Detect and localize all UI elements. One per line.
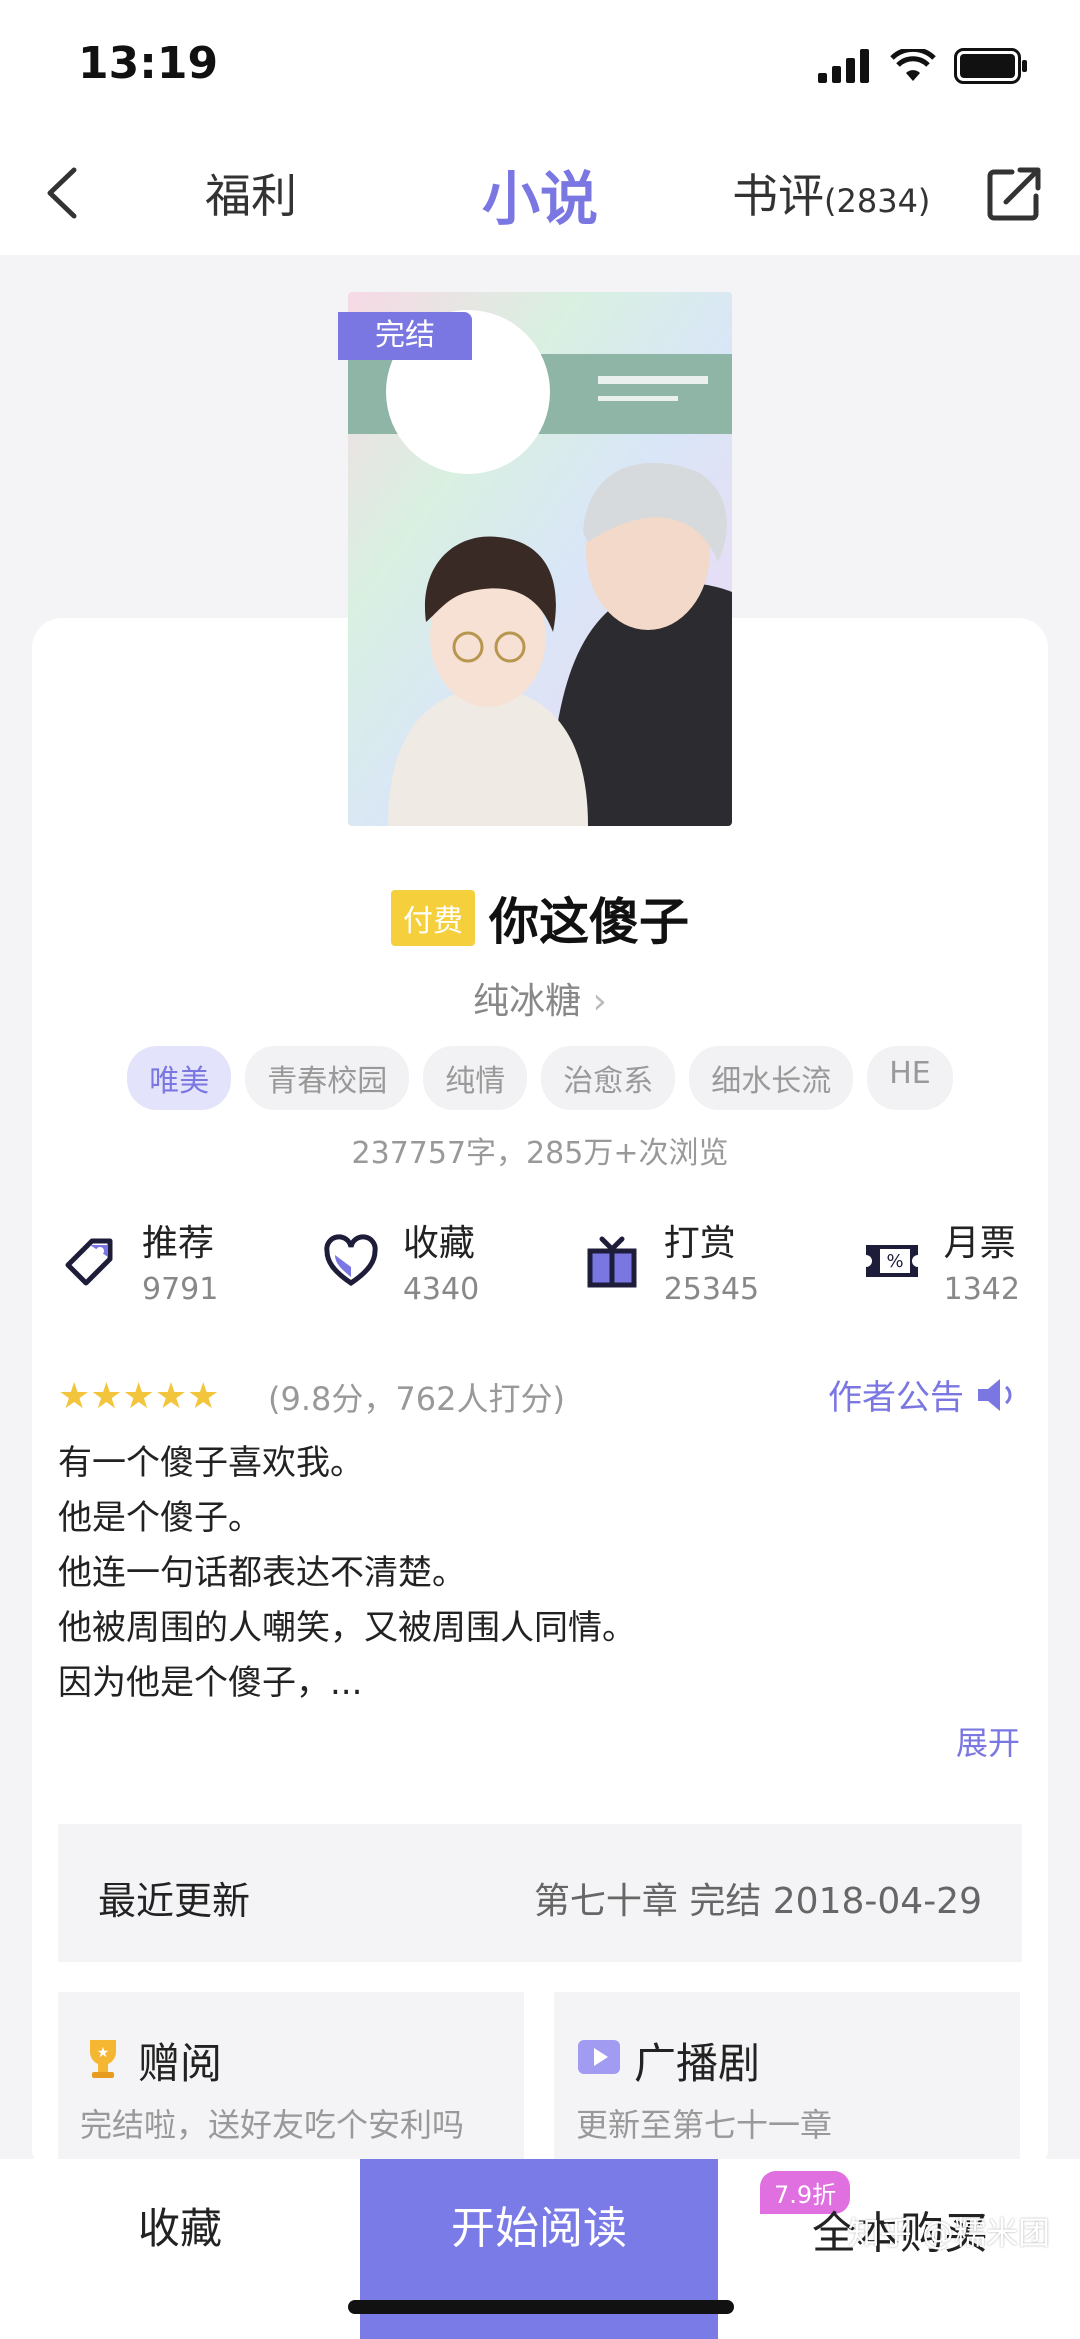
chevron-right-icon: › <box>592 981 607 1022</box>
tag-item[interactable]: HE <box>867 1046 953 1110</box>
gift-icon <box>587 1236 637 1287</box>
add-to-shelf-button[interactable]: 收藏 <box>60 2159 300 2339</box>
title-row: 付费 你这傻子 <box>0 882 1080 954</box>
description-line: 他被周围的人嘲笑，又被周围人同情。 <box>58 1608 636 1648</box>
feature-title: 赠阅 <box>138 2039 223 2088</box>
latest-update-label: 最近更新 <box>98 1879 251 1923</box>
tag-item[interactable]: 细水长流 <box>689 1046 854 1110</box>
tag-list: 唯美 青春校园 纯情 治愈系 细水长流 HE <box>0 1046 1080 1110</box>
action-label: 打赏 <box>663 1223 736 1264</box>
video-play-icon <box>578 2040 620 2074</box>
action-count: 9791 <box>142 1272 219 1307</box>
status-time: 13:19 <box>78 38 219 89</box>
action-count: 25345 <box>663 1272 760 1307</box>
status-icons <box>818 48 1028 84</box>
book-stats: 237757字，285万+次浏览 <box>351 1136 729 1171</box>
gift-reading-card[interactable]: ★ 赠阅 完结啦，送好友吃个安利吗 <box>58 1992 524 2162</box>
feature-subtitle: 更新至第七十一章 <box>576 2106 833 2144</box>
reward-button[interactable]: 打赏 25345 <box>582 1214 759 1307</box>
description-line: 因为他是个傻子，... <box>58 1663 363 1703</box>
tag-icon <box>65 1238 113 1285</box>
author-notice-label: 作者公告 <box>828 1378 964 1418</box>
book-description: 有一个傻子喜欢我。 他是个傻子。 他连一句话都表达不清楚。 他被周围的人嘲笑，又… <box>58 1436 1018 1711</box>
action-label: 收藏 <box>402 1223 475 1264</box>
battery-icon <box>954 48 1027 84</box>
expand-button[interactable]: 展开 <box>956 1718 1020 1764</box>
watermark: 知乎 @糯米团 <box>847 2214 1050 2252</box>
action-row: 推荐 9791 收藏 4340 打赏 25345 % 月票 1342 <box>60 1214 1020 1307</box>
svg-text:★: ★ <box>97 2045 110 2061</box>
rating-text: (9.8分，762人打分) <box>268 1380 565 1418</box>
signal-icon <box>818 49 869 83</box>
tab-reviews[interactable]: 书评(2834) <box>732 160 930 226</box>
monthly-ticket-button[interactable]: % 月票 1342 <box>862 1214 1020 1307</box>
action-count: 4340 <box>402 1272 480 1307</box>
latest-update-row[interactable]: 最近更新 第七十章 完结 2018-04-29 <box>58 1824 1022 1962</box>
audio-drama-card[interactable]: 广播剧 更新至第七十一章 <box>554 1992 1020 2162</box>
action-label: 推荐 <box>142 1223 215 1264</box>
ticket-icon: % <box>865 1244 918 1277</box>
action-count: 1342 <box>943 1272 1020 1307</box>
book-cover-image[interactable] <box>348 292 732 826</box>
back-icon[interactable] <box>30 158 100 228</box>
description-line: 他是个傻子。 <box>58 1498 262 1538</box>
wifi-icon <box>890 49 936 81</box>
favorite-button[interactable]: 收藏 4340 <box>321 1214 479 1307</box>
status-bar: 13:19 <box>0 0 1080 130</box>
action-label: 月票 <box>943 1223 1016 1264</box>
tag-item[interactable]: 唯美 <box>127 1046 232 1110</box>
tag-item[interactable]: 纯情 <box>423 1046 528 1110</box>
author-link[interactable]: 纯冰糖 › <box>0 972 1080 1024</box>
rating-row: ★★★★★ (9.8分，762人打分) 作者公告 <box>58 1370 1018 1430</box>
feature-subtitle: 完结啦，送好友吃个安利吗 <box>80 2106 465 2144</box>
star-rating: ★★★★★ <box>58 1376 220 1417</box>
tag-item[interactable]: 治愈系 <box>541 1046 676 1110</box>
speaker-icon <box>978 1378 1012 1411</box>
recommend-button[interactable]: 推荐 9791 <box>60 1214 218 1307</box>
author-name: 纯冰糖 <box>473 981 582 1022</box>
heart-icon <box>324 1233 378 1286</box>
book-title: 你这傻子 <box>489 893 689 951</box>
svg-text:%: % <box>886 1251 903 1272</box>
nav-bar: 福利 小说 书评(2834) <box>0 130 1080 255</box>
description-line: 他连一句话都表达不清楚。 <box>58 1553 466 1593</box>
tab-welfare[interactable]: 福利 <box>205 160 297 226</box>
author-notice-link[interactable]: 作者公告 <box>828 1370 1018 1419</box>
paid-badge: 付费 <box>391 890 475 946</box>
tab-reviews-label: 书评 <box>732 169 824 223</box>
description-line: 有一个傻子喜欢我。 <box>58 1443 364 1483</box>
completed-badge: 完结 <box>338 312 472 360</box>
feature-title: 广播剧 <box>634 2039 761 2088</box>
latest-update-value: 第七十章 完结 2018-04-29 <box>533 1881 982 1922</box>
share-icon[interactable] <box>980 158 1050 228</box>
home-indicator[interactable] <box>348 2300 734 2314</box>
tab-novel[interactable]: 小说 <box>482 152 598 236</box>
trophy-icon: ★ <box>90 2040 116 2078</box>
tab-reviews-count: (2834) <box>824 182 931 220</box>
tag-item[interactable]: 青春校园 <box>245 1046 410 1110</box>
